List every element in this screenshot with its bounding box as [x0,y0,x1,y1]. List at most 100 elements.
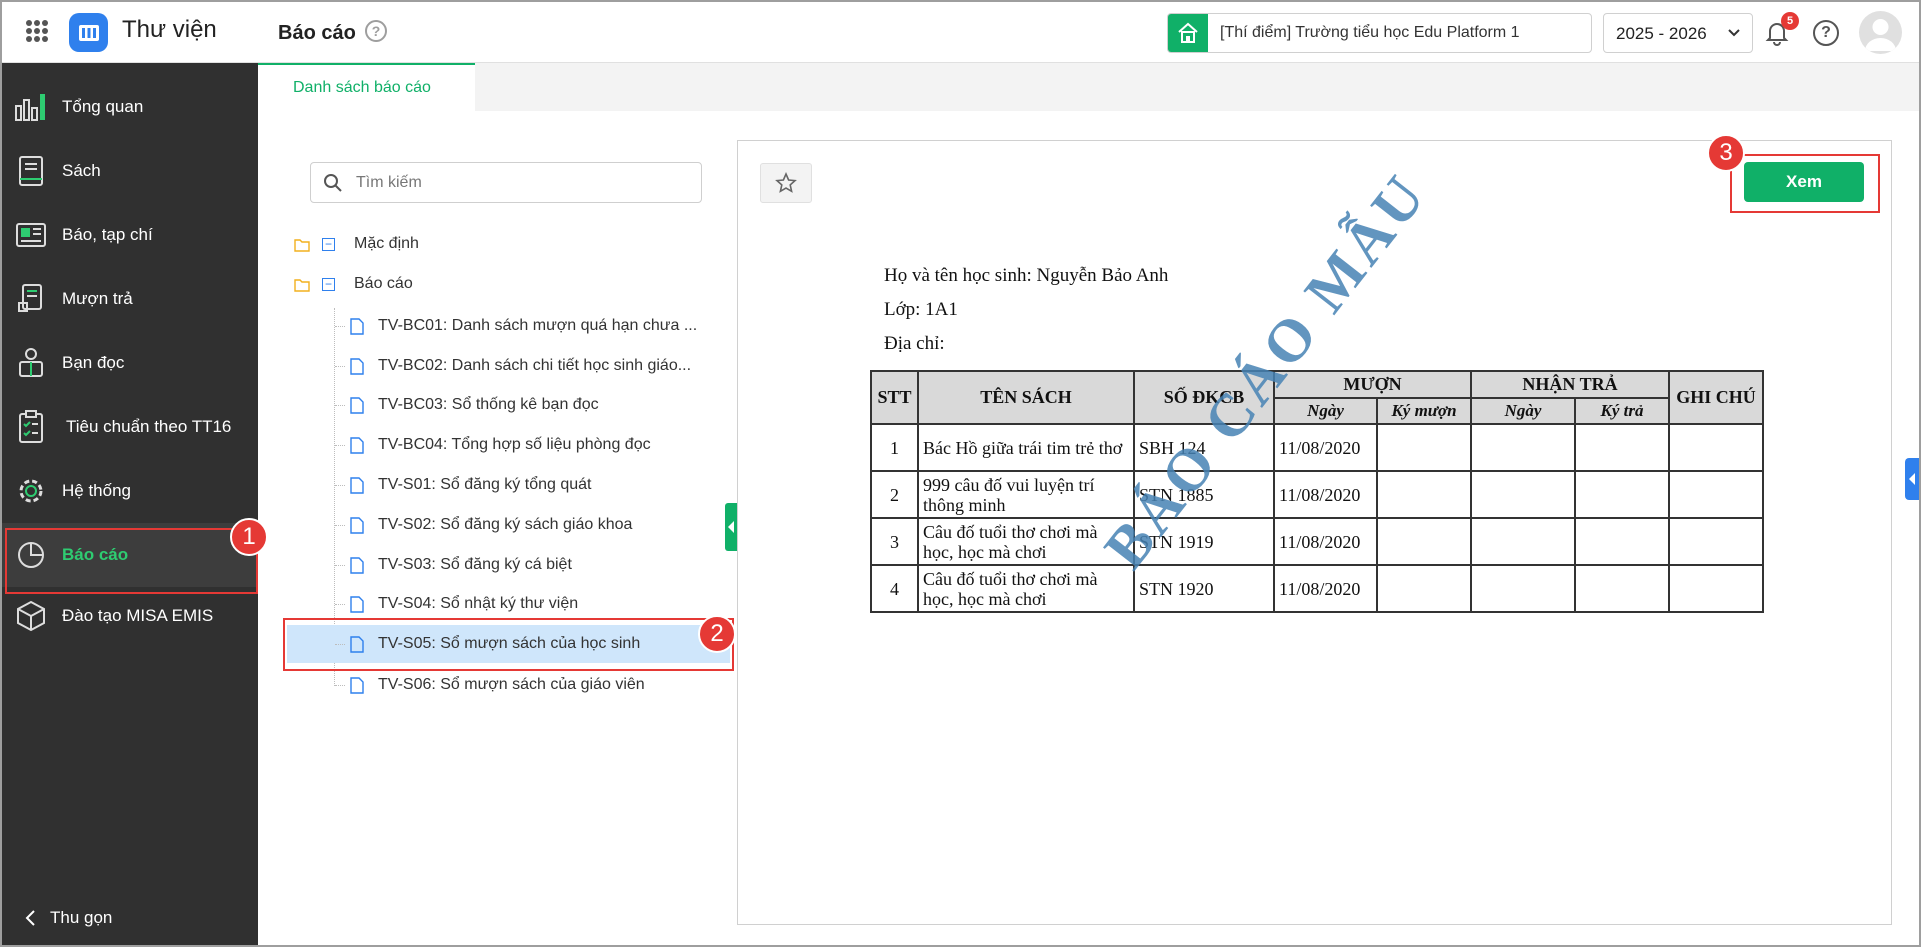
star-icon [775,172,797,193]
tree-item-label: TV-S06: Sổ mượn sách của giáo viên [378,676,645,693]
student-name-line: Họ và tên học sinh: Nguyễn Bảo Anh [884,265,1169,286]
row-reg: STN 1885 [1133,470,1275,519]
document-icon [350,677,364,694]
table-row: 2 999 câu đố vui luyện trí thông minh ST… [870,470,1764,519]
tree-item-report[interactable]: TV-S06: Sổ mượn sách của giáo viên [287,666,730,704]
document-icon [350,517,364,534]
page-help-icon[interactable]: ? [365,20,387,42]
document-icon [350,358,364,375]
tree-folder-default[interactable]: − Mặc định [294,233,419,257]
app-launcher-icon[interactable] [26,20,48,42]
tree-item-report[interactable]: TV-BC04: Tổng hợp số liệu phòng đọc [287,426,730,464]
tree-item-report[interactable]: TV-S01: Sổ đăng ký tổng quát [287,466,730,504]
row-reg: SBH 124 [1133,423,1275,472]
row-date: 11/08/2020 [1273,517,1378,566]
help-icon[interactable]: ? [1813,20,1839,46]
sidebar-item-overview[interactable]: Tổng quan [2,75,258,139]
header-return: NHẬN TRẢ [1470,370,1670,399]
document-icon [350,596,364,613]
school-year-select[interactable]: 2025 - 2026 [1603,13,1753,53]
table-row: 4 Câu đố tuổi thơ chơi mà học, học mà ch… [870,564,1764,613]
header-book-title: TÊN SÁCH [917,370,1135,425]
tree-item-report[interactable]: TV-BC01: Danh sách mượn quá hạn chưa ... [287,307,730,345]
header-borrow: MƯỢN [1273,370,1472,399]
borrow-record-table: STT TÊN SÁCH SỐ ĐKCB MƯỢN NHẬN TRẢ GHI C… [870,370,1764,613]
row-book: Câu đố tuổi thơ chơi mà học, học mà chơi [917,517,1135,566]
tree-item-label: TV-S02: Sổ đăng ký sách giáo khoa [378,516,633,533]
school-name: [Thí điểm] Trường tiểu học Edu Platform … [1220,24,1520,41]
sidebar-item-newspapers[interactable]: Báo, tạp chí [2,203,258,267]
sidebar-item-label: Hệ thống [62,481,131,500]
tree-item-report[interactable]: TV-BC03: Sổ thống kê bạn đọc [287,386,730,424]
sidebar-item-label: Đào tạo MISA EMIS [62,606,214,625]
callout-highlight-reports-menu [5,528,258,594]
sidebar: Tổng quan Sách Báo, tạp chí Mượn trả Bạn… [2,63,258,945]
checklist-icon [14,410,48,444]
user-avatar[interactable] [1859,11,1902,54]
tree-folder-label: Mặc định [354,235,419,252]
tree-item-label: TV-BC01: Danh sách mượn quá hạn chưa ... [378,317,698,334]
tree-collapse-toggle[interactable]: − [322,278,335,291]
search-input[interactable]: Tìm kiếm [310,162,702,203]
search-placeholder: Tìm kiếm [356,174,422,191]
tree-item-label: TV-S03: Sổ đăng ký cá biệt [378,556,572,573]
tree-item-label: TV-S01: Sổ đăng ký tổng quát [378,476,592,493]
borrow-return-icon [14,282,48,316]
tree-item-report[interactable]: TV-BC02: Danh sách chi tiết học sinh giá… [287,347,730,385]
collapse-sidebar-button[interactable]: Thu gọn [24,908,112,928]
chevron-down-icon [1728,29,1740,37]
tree-item-label: TV-BC02: Danh sách chi tiết học sinh giá… [378,357,692,374]
right-panel-toggle[interactable] [1905,458,1919,500]
chart-bars-icon [14,90,48,124]
tree-folder-label: Báo cáo [354,275,413,292]
search-icon [324,174,342,192]
sidebar-item-readers[interactable]: Bạn đọc [2,331,258,395]
address-line: Địa chỉ: [884,333,945,354]
chevron-left-icon [25,910,35,926]
sidebar-item-tt16-standards[interactable]: Tiêu chuẩn theo TT16 [2,395,258,459]
row-book: Bác Hồ giữa trái tim trẻ thơ [917,423,1135,472]
sidebar-item-label: Bạn đọc [62,353,125,372]
favorite-button[interactable] [760,163,812,203]
school-selector[interactable]: [Thí điểm] Trường tiểu học Edu Platform … [1167,13,1592,53]
row-stt: 3 [870,517,919,566]
tree-item-label: TV-BC03: Sổ thống kê bạn đọc [378,396,599,413]
header-registration-no: SỐ ĐKCB [1133,370,1275,425]
tree-item-report[interactable]: TV-S02: Sổ đăng ký sách giáo khoa [287,506,730,544]
table-row: 1 Bác Hồ giữa trái tim trẻ thơ SBH 124 1… [870,423,1764,472]
report-preview-panel: Xem Họ và tên học sinh: Nguyễn Bảo Anh L… [737,140,1892,925]
school-year-value: 2025 - 2026 [1616,24,1707,43]
header-return-sign: Ký trả [1574,397,1670,425]
collapse-label: Thu gọn [50,908,113,927]
library-logo-icon [69,13,108,52]
document-icon [350,477,364,494]
row-date: 11/08/2020 [1273,423,1378,472]
tab-label: Danh sách báo cáo [293,79,431,96]
callout-highlight-selected-report [283,618,734,671]
row-date: 11/08/2020 [1273,564,1378,613]
reader-icon [14,346,48,380]
sidebar-item-borrow-return[interactable]: Mượn trả [2,267,258,331]
tree-collapse-toggle[interactable]: − [322,238,335,251]
document-icon [350,397,364,414]
tab-report-list[interactable]: Danh sách báo cáo [258,63,475,111]
tree-folder-reports[interactable]: − Báo cáo [294,273,413,297]
header-borrow-sign: Ký mượn [1376,397,1472,425]
row-stt: 4 [870,564,919,613]
row-date: 11/08/2020 [1273,470,1378,519]
document-icon [350,437,364,454]
callout-number: 3 [1707,134,1745,172]
tab-bar: Danh sách báo cáo [258,63,1919,111]
table-row: 3 Câu đố tuổi thơ chơi mà học, học mà ch… [870,517,1764,566]
header-stt: STT [870,370,919,425]
tree-item-report[interactable]: TV-S03: Sổ đăng ký cá biệt [287,546,730,584]
top-header: Thư viện Báo cáo ? [Thí điểm] Trường tiể… [2,2,1919,63]
row-book: 999 câu đố vui luyện trí thông minh [917,470,1135,519]
row-stt: 2 [870,470,919,519]
sidebar-item-books[interactable]: Sách [2,139,258,203]
sidebar-item-system[interactable]: Hệ thống [2,459,258,523]
gear-icon [14,474,48,508]
app-title: Thư viện [122,16,217,43]
callout-highlight-view-button [1730,154,1880,213]
header-return-date: Ngày [1470,397,1576,425]
